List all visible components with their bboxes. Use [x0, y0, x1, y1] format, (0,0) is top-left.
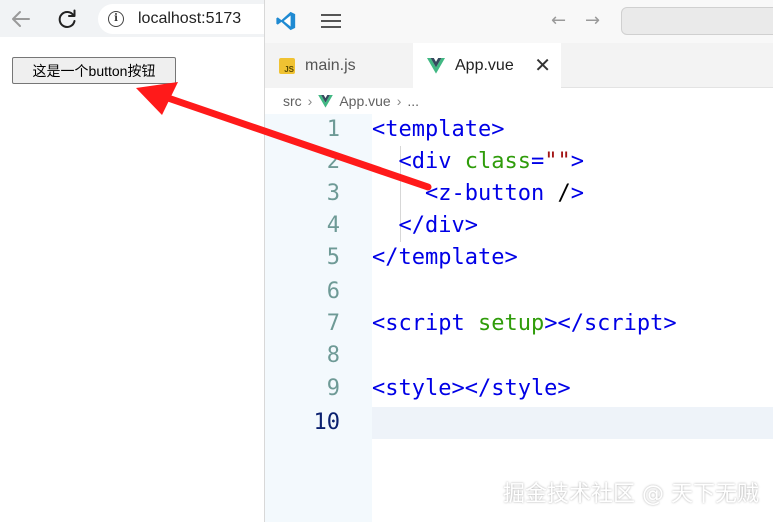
code-text: </div> [398, 213, 478, 238]
line-number: 1 [326, 117, 340, 142]
editor-tab-bar: JS main.js App.vue ✕ [265, 43, 773, 88]
breadcrumb-folder[interactable]: src [283, 93, 302, 109]
back-arrow-icon [12, 11, 30, 27]
tab-label: main.js [305, 56, 356, 74]
code-line: 9 <style></style> [265, 373, 773, 405]
close-tab-icon[interactable]: ✕ [534, 53, 551, 78]
line-number: 2 [326, 149, 340, 174]
breadcrumb: src › App.vue › ... [265, 88, 773, 114]
code-line: 1 <template> [265, 114, 773, 146]
code-text: <template> [372, 117, 505, 142]
line-number: 7 [326, 311, 340, 336]
line-number: 3 [326, 181, 340, 206]
js-file-icon: JS [279, 57, 295, 74]
tab-main-js[interactable]: JS main.js [265, 43, 413, 88]
reload-button[interactable] [52, 4, 82, 34]
reload-icon [58, 9, 76, 28]
command-center[interactable] [621, 7, 773, 35]
chevron-right-icon: › [396, 93, 402, 109]
code-line: 6 [265, 276, 773, 308]
browser-toolbar: i localhost:5173 [0, 0, 288, 37]
code-line: 3 <z-button /> [265, 178, 773, 210]
address-bar-url: localhost:5173 [138, 10, 242, 27]
line-number: 9 [326, 376, 340, 401]
editor-titlebar: ← → [265, 0, 773, 43]
code-text: <z-button /> [424, 181, 584, 206]
address-bar[interactable]: i localhost:5173 [98, 4, 288, 34]
code-editor-window: ← → JS main.js App.vue ✕ src › App.vue ›… [264, 0, 773, 522]
code-line: 8 [265, 340, 773, 372]
code-line: 7 <script setup></script> [265, 308, 773, 340]
code-text: </template> [372, 245, 518, 270]
code-text: <div class=""> [398, 149, 584, 174]
line-number: 4 [326, 213, 340, 238]
breadcrumb-file[interactable]: App.vue [339, 93, 390, 109]
demo-button[interactable]: 这是一个button按钮 [12, 57, 176, 84]
watermark: 掘金技术社区 @ 天下无贼 [503, 482, 759, 507]
vscode-logo-icon [276, 11, 296, 31]
menu-icon[interactable] [321, 14, 341, 28]
site-info-icon[interactable]: i [108, 11, 124, 27]
code-line: 4 </div> [265, 210, 773, 242]
code-line: 2 <div class=""> [265, 146, 773, 178]
vue-file-icon [318, 94, 334, 108]
line-number: 8 [326, 343, 340, 368]
tab-label: App.vue [455, 56, 514, 74]
line-number: 6 [326, 279, 340, 304]
code-text: <style></style> [372, 376, 571, 401]
line-number: 10 [313, 410, 341, 435]
nav-forward-icon[interactable]: → [585, 10, 600, 31]
chevron-right-icon: › [307, 93, 313, 109]
breadcrumb-more[interactable]: ... [407, 93, 419, 109]
nav-back-icon[interactable]: ← [551, 10, 566, 31]
line-number: 5 [326, 245, 340, 270]
back-button[interactable] [6, 4, 36, 34]
code-line-current: 10 [265, 407, 773, 439]
code-text: <script setup></script> [372, 311, 677, 336]
screenshot-root: i localhost:5173 这是一个button按钮 ← → JS mai… [0, 0, 773, 522]
tab-app-vue[interactable]: App.vue ✕ [413, 43, 561, 88]
code-line: 5 </template> [265, 242, 773, 274]
vue-file-icon [427, 57, 445, 74]
browser-window: i localhost:5173 这是一个button按钮 [0, 0, 288, 522]
